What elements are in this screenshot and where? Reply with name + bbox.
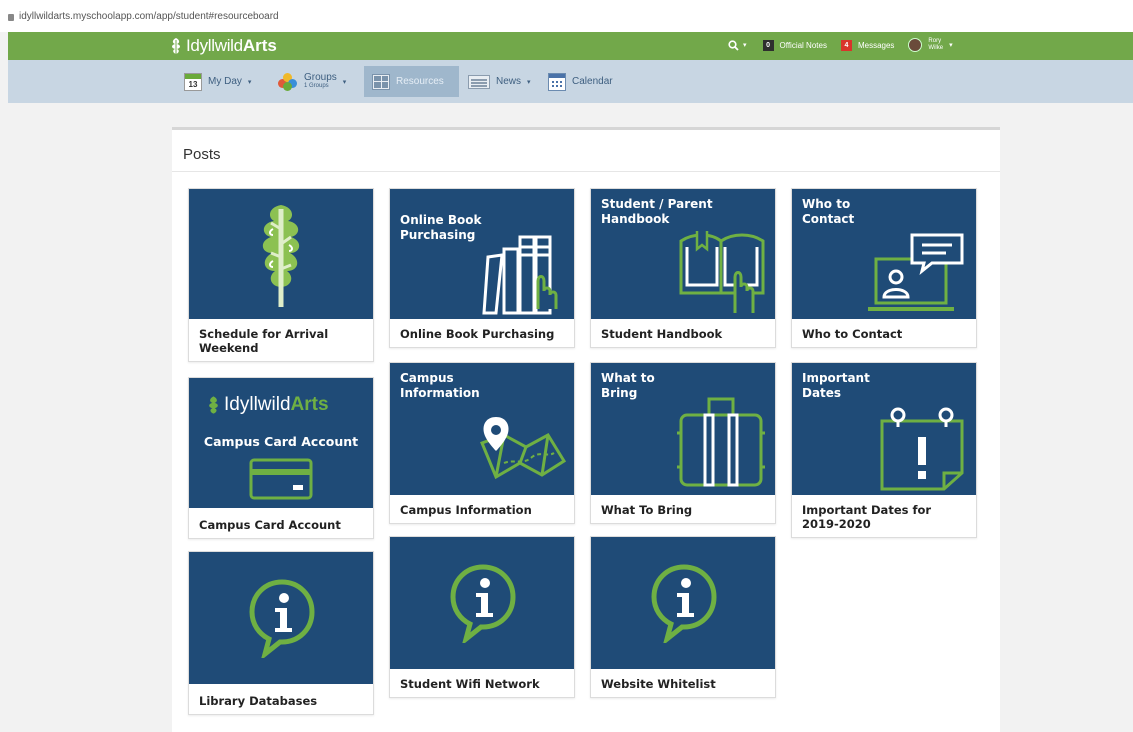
open-book-icon bbox=[679, 231, 765, 313]
post-caption[interactable]: Library Databases bbox=[189, 684, 373, 714]
post-tile[interactable]: What to Bring bbox=[591, 363, 775, 495]
post-card[interactable]: Library Databases bbox=[188, 551, 374, 715]
nav-groups[interactable]: Groups 1 Groups ▾ bbox=[278, 66, 346, 97]
divider bbox=[172, 171, 1000, 172]
info-bubble-icon bbox=[651, 564, 717, 643]
map-pin-icon bbox=[480, 417, 567, 480]
leaf-logo-icon bbox=[209, 396, 218, 414]
leaf-logo-icon bbox=[172, 38, 180, 54]
nav-groups-count: 1 Groups bbox=[304, 82, 329, 89]
nav-calendar-label: Calendar bbox=[572, 76, 613, 87]
nav-groups-label: Groups bbox=[304, 71, 337, 83]
header-right: ▾ 0 Official Notes 4 Messages Rory Wilke … bbox=[728, 38, 953, 52]
lock-icon bbox=[8, 13, 14, 21]
post-card[interactable]: Schedule for Arrival Weekend bbox=[188, 188, 374, 362]
user-first-name: Rory bbox=[928, 38, 942, 44]
groups-icon bbox=[278, 72, 298, 91]
post-card[interactable]: Campus Information Campus Information bbox=[389, 362, 575, 524]
post-caption[interactable]: Who to Contact bbox=[792, 319, 976, 347]
post-tile-title: Student / Parent Handbook bbox=[601, 197, 713, 226]
messages-link[interactable]: Messages bbox=[858, 41, 894, 50]
post-card[interactable]: Who to Contact Who to Contact bbox=[791, 188, 977, 348]
official-notes-link[interactable]: Official Notes bbox=[780, 41, 827, 50]
official-notes-badge: 0 bbox=[762, 39, 774, 51]
post-caption[interactable]: Website Whitelist bbox=[591, 669, 775, 697]
post-caption[interactable]: Important Dates for 2019-2020 bbox=[792, 495, 976, 537]
post-caption[interactable]: What To Bring bbox=[591, 495, 775, 523]
post-tile-title: Campus Information bbox=[400, 371, 480, 400]
post-caption[interactable]: Schedule for Arrival Weekend bbox=[189, 319, 373, 361]
post-tile[interactable]: Online Book Purchasing bbox=[390, 189, 574, 319]
avatar[interactable] bbox=[908, 38, 923, 52]
nav-news[interactable]: News ▾ bbox=[468, 66, 531, 97]
resources-icon bbox=[372, 73, 390, 90]
post-card[interactable]: Student Wifi Network bbox=[389, 536, 575, 698]
top-header: Idyllwild Arts ▾ 0 Official Notes 4 Messa… bbox=[8, 32, 1133, 60]
post-tile[interactable] bbox=[189, 552, 373, 684]
post-caption[interactable]: Student Handbook bbox=[591, 319, 775, 347]
nav-news-label: News bbox=[496, 76, 522, 87]
url-text[interactable]: idyllwildarts.myschoolapp.com/app/studen… bbox=[19, 11, 279, 22]
search-menu[interactable]: ▾ bbox=[728, 39, 747, 51]
post-caption[interactable]: Online Book Purchasing bbox=[390, 319, 574, 347]
calendar-icon bbox=[548, 72, 566, 91]
post-tile[interactable] bbox=[390, 537, 574, 669]
post-tile[interactable]: Campus Information bbox=[390, 363, 574, 495]
sub-navigation: 13 My Day ▾ Groups 1 Groups ▾ Resources … bbox=[8, 60, 1133, 103]
posts-panel: Posts Schedule for Arrival Weekend Onlin… bbox=[172, 127, 1000, 732]
chevron-down-icon: ▾ bbox=[743, 42, 747, 49]
nav-resources-label: Resources bbox=[396, 76, 444, 87]
post-tile[interactable] bbox=[189, 189, 373, 319]
chevron-down-icon[interactable]: ▾ bbox=[949, 41, 953, 49]
logo-text-idyllwild: Idyllwild bbox=[186, 36, 243, 55]
user-menu[interactable]: Rory Wilke bbox=[928, 38, 943, 52]
suitcase-icon bbox=[677, 397, 765, 487]
books-icon bbox=[482, 235, 558, 315]
credit-card-icon bbox=[249, 458, 313, 500]
chevron-down-icon: ▾ bbox=[342, 78, 347, 86]
nav-resources[interactable]: Resources bbox=[364, 66, 459, 97]
post-card[interactable]: Important Dates Important Dates for 2019… bbox=[791, 362, 977, 538]
calendar-day-icon: 13 bbox=[184, 72, 202, 91]
post-card[interactable]: Student / Parent Handbook Student Handbo… bbox=[590, 188, 776, 348]
user-last-name: Wilke bbox=[928, 45, 944, 51]
post-caption[interactable]: Campus Information bbox=[390, 495, 574, 523]
nav-my-day[interactable]: 13 My Day ▾ bbox=[184, 66, 251, 97]
post-tile-title: Who to Contact bbox=[802, 197, 855, 226]
post-tile[interactable]: Who to Contact bbox=[792, 189, 976, 319]
post-tile[interactable] bbox=[591, 537, 775, 669]
post-card[interactable]: What to Bring What To Bring bbox=[590, 362, 776, 524]
calendar-alert-icon bbox=[880, 407, 964, 491]
post-tile[interactable]: Idyllwild Arts Campus Card Account bbox=[189, 378, 373, 508]
info-bubble-icon bbox=[249, 579, 315, 658]
laptop-chat-icon bbox=[868, 233, 964, 311]
messages-badge: 4 bbox=[840, 39, 852, 51]
post-tile[interactable]: Student / Parent Handbook bbox=[591, 189, 775, 319]
post-caption[interactable]: Campus Card Account bbox=[189, 508, 373, 538]
news-icon bbox=[468, 74, 490, 89]
nav-calendar[interactable]: Calendar bbox=[548, 66, 613, 97]
post-tile-title: Online Book Purchasing bbox=[400, 213, 482, 242]
nav-my-day-label: My Day bbox=[208, 76, 242, 87]
search-icon bbox=[728, 39, 739, 51]
post-caption[interactable]: Student Wifi Network bbox=[390, 669, 574, 697]
post-tile-title: Important Dates bbox=[802, 371, 870, 400]
info-bubble-icon bbox=[450, 564, 516, 643]
post-tile[interactable]: Important Dates bbox=[792, 363, 976, 495]
post-card[interactable]: Online Book Purchasing Online Book Purch… bbox=[389, 188, 575, 348]
chevron-down-icon: ▾ bbox=[527, 78, 531, 86]
idyllwild-tree-icon bbox=[262, 205, 300, 307]
page-title: Posts bbox=[183, 146, 221, 163]
tile-logo-idyllwild: Idyllwild bbox=[224, 394, 291, 415]
site-logo[interactable]: Idyllwild Arts bbox=[170, 36, 277, 56]
post-tile-title: Campus Card Account bbox=[203, 434, 359, 449]
post-tile-title: What to Bring bbox=[601, 371, 655, 400]
logo-text-arts: Arts bbox=[242, 36, 277, 55]
post-card[interactable]: Idyllwild Arts Campus Card Account Campus… bbox=[188, 377, 374, 539]
tile-logo-arts: Arts bbox=[290, 394, 329, 415]
post-card[interactable]: Website Whitelist bbox=[590, 536, 776, 698]
chevron-down-icon: ▾ bbox=[247, 78, 252, 86]
address-bar[interactable]: idyllwildarts.myschoolapp.com/app/studen… bbox=[0, 0, 1133, 32]
